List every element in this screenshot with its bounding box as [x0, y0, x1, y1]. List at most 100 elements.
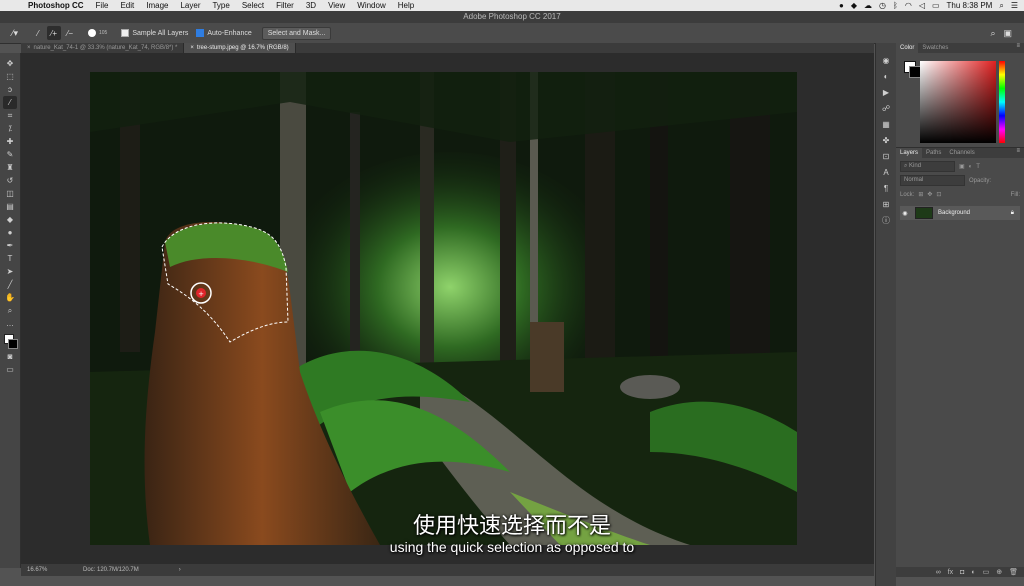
status-arrow-icon[interactable]: › — [179, 567, 181, 573]
quick-selection-tool-icon[interactable]: ⁄ — [3, 96, 17, 109]
styles-icon[interactable]: ☍ — [879, 101, 893, 115]
close-icon[interactable]: × — [190, 45, 194, 51]
dodge-tool-icon[interactable]: ● — [3, 226, 17, 239]
healing-brush-tool-icon[interactable]: ✚ — [3, 135, 17, 148]
screen-mode-icon[interactable]: ▭ — [3, 363, 17, 376]
add-mask-icon[interactable]: ◘ — [960, 569, 964, 576]
menu-3d[interactable]: 3D — [300, 0, 322, 11]
layer-style-icon[interactable]: fx — [948, 569, 953, 576]
tab-tree-stump[interactable]: × tree-stump.jpeg @ 16.7% (RGB/8) — [184, 43, 296, 53]
new-adjustment-icon[interactable]: ◐ — [971, 569, 975, 576]
menu-type[interactable]: Type — [206, 0, 235, 11]
quick-mask-icon[interactable]: ◙ — [3, 350, 17, 363]
gradient-tool-icon[interactable]: ▤ — [3, 200, 17, 213]
zoom-tool-icon[interactable]: ⌕ — [3, 304, 17, 317]
panel-menu-icon[interactable]: ≡ — [1016, 148, 1024, 158]
filter-adjust-icon[interactable]: ◐ — [969, 164, 973, 170]
volume-icon[interactable]: ◁ — [919, 1, 925, 10]
forest-photo[interactable]: + — [90, 72, 797, 545]
workspace-icon[interactable]: ▣ — [1003, 28, 1012, 39]
filter-pixel-icon[interactable]: ▣ — [959, 163, 965, 170]
menu-app-name[interactable]: Photoshop CC — [22, 0, 90, 11]
crop-tool-icon[interactable]: ⌗ — [3, 109, 17, 122]
lock-pixels-icon[interactable]: ⊞ — [918, 191, 923, 198]
history-brush-tool-icon[interactable]: ↺ — [3, 174, 17, 187]
more-tools-icon[interactable]: … — [3, 317, 17, 330]
eraser-tool-icon[interactable]: ◫ — [3, 187, 17, 200]
doc-size[interactable]: Doc: 120.7M/120.7M — [77, 567, 139, 573]
clone-stamp-tool-icon[interactable]: ♜ — [3, 161, 17, 174]
zoom-level[interactable]: 16.67% — [21, 567, 77, 573]
dropbox-icon[interactable]: ◆ — [851, 1, 857, 10]
kind-filter-select[interactable]: ⌕ Kind — [900, 161, 955, 172]
subtract-from-selection-icon[interactable]: ⁄− — [63, 26, 77, 40]
auto-enhance-checkbox[interactable] — [196, 29, 205, 37]
notification-center-icon[interactable]: ☰ — [1011, 1, 1018, 10]
move-tool-icon[interactable]: ✥ — [3, 57, 17, 70]
clone-source-icon[interactable]: ⊡ — [879, 149, 893, 163]
layer-name[interactable]: Background — [938, 210, 970, 216]
brush-size-value[interactable]: 105 — [99, 30, 107, 36]
link-layers-icon[interactable]: ∞ — [936, 569, 941, 576]
menu-filter[interactable]: Filter — [270, 0, 300, 11]
marquee-tool-icon[interactable]: ⬚ — [3, 70, 17, 83]
select-and-mask-button[interactable]: Select and Mask... — [261, 26, 332, 40]
wifi-icon[interactable]: ◠ — [905, 1, 912, 10]
tab-swatches[interactable]: Swatches — [918, 43, 952, 53]
menu-help[interactable]: Help — [392, 0, 420, 11]
info-icon[interactable]: ⓘ — [879, 213, 893, 227]
lasso-tool-icon[interactable]: ↄ — [3, 83, 17, 96]
bluetooth-icon[interactable]: ᛒ — [893, 1, 898, 10]
search-icon[interactable]: ⌕ — [990, 28, 995, 39]
document-canvas-area[interactable]: + — [21, 53, 874, 564]
timemachine-icon[interactable]: ◷ — [879, 1, 886, 10]
menu-image[interactable]: Image — [140, 0, 174, 11]
tab-paths[interactable]: Paths — [922, 148, 945, 158]
trash-icon[interactable]: 🗑︎ — [1009, 568, 1018, 576]
color-picker-field[interactable] — [920, 61, 996, 143]
hand-tool-icon[interactable]: ✋ — [3, 291, 17, 304]
menu-layer[interactable]: Layer — [174, 0, 206, 11]
tab-channels[interactable]: Channels — [945, 148, 978, 158]
pen-tool-icon[interactable]: ✒ — [3, 239, 17, 252]
libraries-icon[interactable]: ◉ — [879, 53, 893, 67]
menu-edit[interactable]: Edit — [114, 0, 140, 11]
menu-window[interactable]: Window — [351, 0, 391, 11]
blur-tool-icon[interactable]: ◆ — [3, 213, 17, 226]
histogram-icon[interactable]: ▦ — [879, 117, 893, 131]
new-layer-icon[interactable]: ⊕ — [996, 568, 1002, 576]
layer-background[interactable]: ◉ Background 🔒︎ — [900, 206, 1020, 220]
filter-type-icon[interactable]: T — [976, 164, 980, 170]
spotlight-icon[interactable]: ⌕ — [999, 1, 1003, 11]
eyedropper-tool-icon[interactable]: ⁒ — [3, 122, 17, 135]
visibility-eye-icon[interactable]: ◉ — [900, 210, 910, 217]
brush-tool-icon[interactable]: ✎ — [3, 148, 17, 161]
add-to-selection-icon[interactable]: ⁄+ — [47, 26, 61, 40]
brushes-icon[interactable]: ✤ — [879, 133, 893, 147]
sample-all-layers-checkbox[interactable] — [121, 29, 130, 37]
paragraph-icon[interactable]: ¶ — [879, 181, 893, 195]
lock-position-icon[interactable]: ✥ — [927, 191, 932, 198]
menu-view[interactable]: View — [322, 0, 351, 11]
glyphs-icon[interactable]: ⊞ — [879, 197, 893, 211]
brush-size-icon[interactable] — [88, 29, 96, 37]
quick-selection-tool-preset-icon[interactable]: ⁄▾ — [0, 24, 30, 42]
hue-slider[interactable] — [999, 61, 1005, 143]
character-icon[interactable]: A — [879, 165, 893, 179]
tab-nature-kat[interactable]: × nature_Kat_74-1 @ 33.3% (nature_Kat_74,… — [21, 43, 185, 53]
line-tool-icon[interactable]: ╱ — [3, 278, 17, 291]
blend-mode-select[interactable]: Normal — [900, 175, 965, 186]
path-selection-tool-icon[interactable]: ➤ — [3, 265, 17, 278]
adjustments-icon[interactable]: ◐ — [879, 69, 893, 83]
new-selection-icon[interactable]: ⁄ — [31, 26, 45, 40]
menu-clock[interactable]: Thu 8:38 PM — [947, 1, 993, 10]
menu-file[interactable]: File — [90, 0, 115, 11]
background-color-swatch[interactable] — [8, 339, 18, 349]
new-group-icon[interactable]: ▭ — [983, 568, 990, 576]
panel-menu-icon[interactable]: ≡ — [1016, 43, 1024, 53]
play-action-icon[interactable]: ▶ — [879, 85, 893, 99]
battery-icon[interactable]: ▭ — [932, 1, 940, 10]
menu-select[interactable]: Select — [236, 0, 270, 11]
type-tool-icon[interactable]: T — [3, 252, 17, 265]
tab-color[interactable]: Color — [896, 43, 919, 53]
